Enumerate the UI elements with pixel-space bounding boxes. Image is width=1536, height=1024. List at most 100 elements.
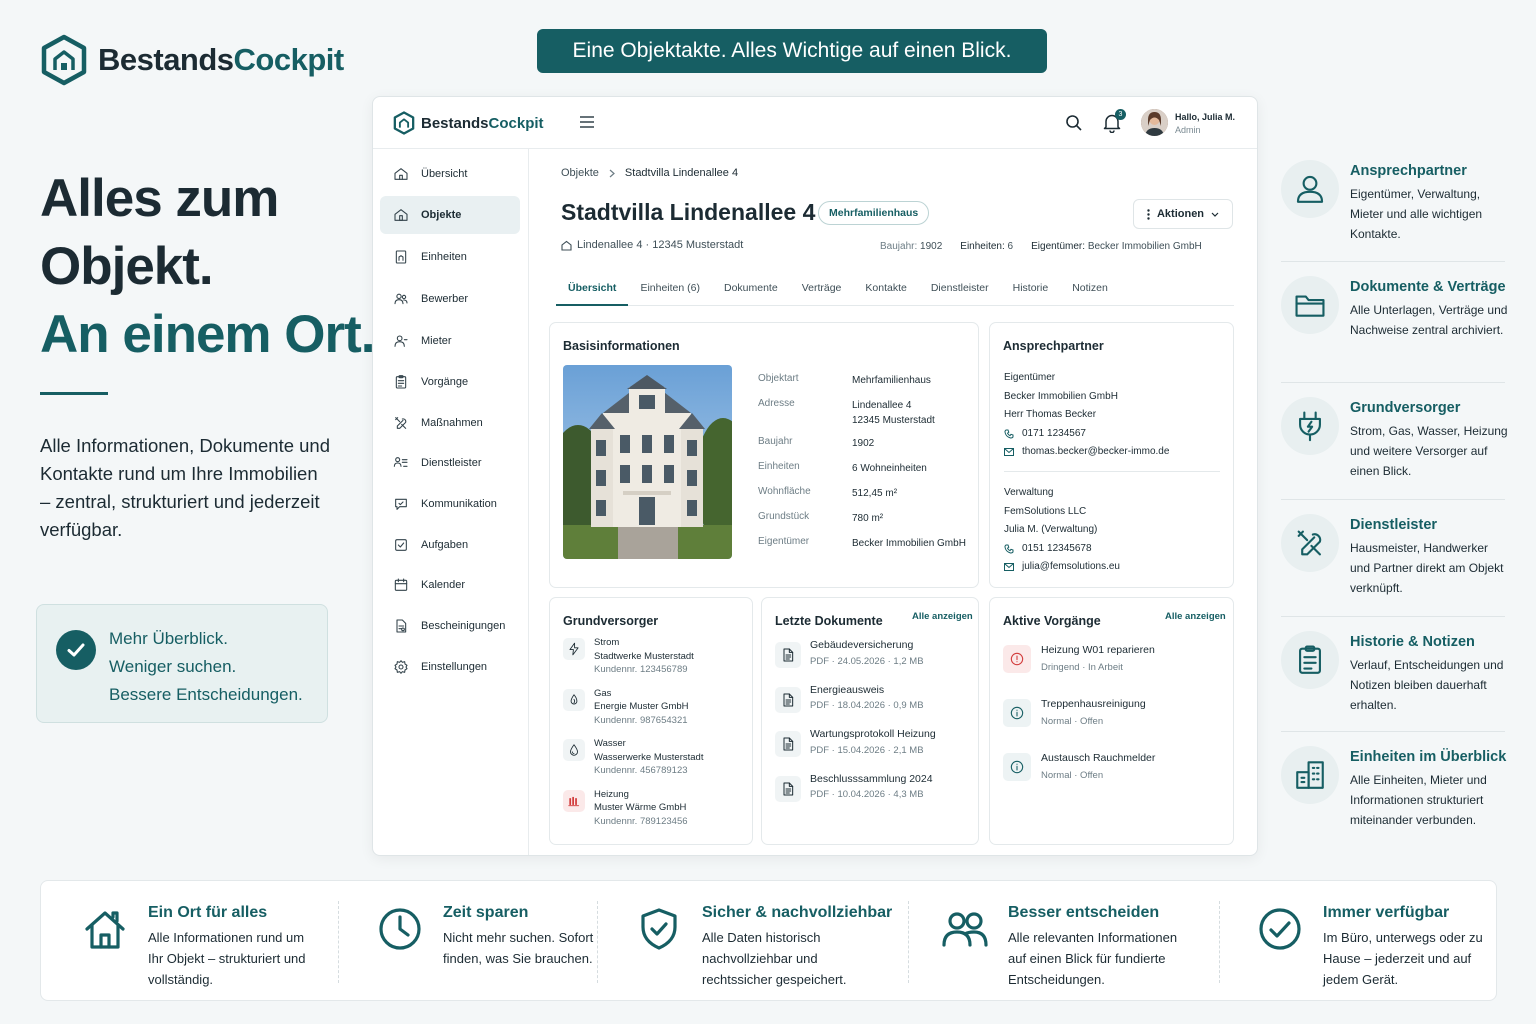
document-item[interactable]: Beschlusssammlung 2024 PDF · 10.04.2026 … [775,772,971,808]
plug-icon [1281,397,1339,455]
tab-1[interactable]: Einheiten (6) [628,275,712,306]
document-item[interactable]: Wartungsprotokoll Heizung PDF · 15.04.20… [775,727,971,763]
document-icon [775,642,801,668]
users-icon [393,291,409,307]
supplier-item[interactable]: Heizung Muster Wärme GmbH Kundennr. 7891… [563,788,743,834]
process-item[interactable]: Austausch Rauchmelder Normal · Offen [1003,750,1223,786]
app-window: BestandsCockpit 3 Hallo, Julia M. Admin … [372,96,1258,856]
sidebar-item-mieter[interactable]: Mieter [380,322,520,360]
lightning-icon [563,638,585,660]
process-item[interactable]: Treppenhausreinigung Normal · Offen [1003,696,1223,732]
sidebar-item-label: Vorgänge [421,376,469,388]
sidebar-item-label: Kommunikation [421,498,497,510]
feature-item: Dienstleister Hausmeister, Handwerker un… [1281,514,1507,614]
sidebar-item-dienstleister[interactable]: Dienstleister [380,444,520,482]
info-icon [1003,699,1031,727]
phone-icon [1004,544,1014,554]
app-header: BestandsCockpit 3 Hallo, Julia M. Admin [373,97,1257,149]
shield-check-icon [635,905,683,953]
person-icon [1281,160,1339,218]
card-title: Letzte Dokumente [775,614,883,628]
document-icon [775,775,801,802]
divider [1281,499,1505,500]
tab-2[interactable]: Dokumente [712,275,790,306]
process-item[interactable]: Heizung W01 reparieren Dringend · In Arb… [1003,642,1223,678]
brand-name: BestandsCockpit [98,42,344,77]
app-logo[interactable]: BestandsCockpit [393,111,544,135]
calendar-icon [393,577,409,593]
processes-show-all-link[interactable]: Alle anzeigen [1165,611,1226,622]
divider [1219,901,1220,983]
sidebar-item-vorgänge[interactable]: Vorgänge [380,363,520,401]
sidebar-item-objekte[interactable]: Objekte [380,196,520,234]
sidebar-item-bewerber[interactable]: Bewerber [380,280,520,318]
search-icon[interactable] [1065,114,1083,132]
document-icon [775,686,801,713]
tab-7[interactable]: Notizen [1060,275,1120,306]
clock-icon [376,905,424,953]
avatar[interactable] [1141,109,1168,136]
tab-5[interactable]: Dienstleister [919,275,1001,306]
feature-item: Dokumente & Verträge Alle Unterlagen, Ve… [1281,276,1507,376]
tab-3[interactable]: Verträge [790,275,854,306]
menu-icon[interactable] [579,115,595,129]
card-title: Basisinformationen [563,339,680,353]
sidebar-item-einstellungen[interactable]: Einstellungen [380,648,520,686]
sidebar-item-bescheinigungen[interactable]: Bescheinigungen [380,607,520,645]
benefit-item: Zeit sparen Nicht mehr suchen. Sofort fi… [376,881,616,1002]
chevron-right-icon [609,169,615,177]
hero-text: Alle Informationen, Dokumente und Kontak… [40,435,331,540]
sidebar-item-maßnahmen[interactable]: Maßnahmen [380,404,520,442]
sidebar-item-label: Maßnahmen [421,417,483,429]
house-logo-icon [393,111,415,135]
basis-card: Basisinformationen Objektart Mehrfamilie… [549,322,979,588]
document-item[interactable]: Energieausweis PDF · 18.04.2026 · 0,9 MB [775,683,971,719]
task-icon [393,537,409,553]
supplier-item[interactable]: Gas Energie Muster GmbH Kundennr. 987654… [563,687,743,733]
sidebar-item-kommunikation[interactable]: Kommunikation [380,485,520,523]
owner-email[interactable]: thomas.becker@becker-immo.de [1022,443,1169,462]
buildings-icon [1281,746,1339,804]
admin-phone[interactable]: 0151 12345678 [1022,540,1092,559]
chevron-down-icon [1211,212,1219,217]
more-vertical-icon [1147,208,1150,220]
supplier-item[interactable]: Strom Stadtwerke Musterstadt Kundennr. 1… [563,636,743,682]
chat-icon [393,496,409,512]
document-item[interactable]: Gebäudeversicherung PDF · 24.05.2026 · 1… [775,638,971,674]
house-logo-icon [41,34,87,86]
info-row: Eigentümer Becker Immobilien GmbH [758,536,966,549]
breadcrumb-root[interactable]: Objekte [561,167,599,179]
tab-0[interactable]: Übersicht [556,275,629,306]
sidebar-item-label: Kalender [421,579,466,591]
info-icon [1003,753,1031,781]
hero-heading: Alles zum Objekt. An einem Ort. [40,169,376,364]
type-badge: Mehrfamilienhaus [818,201,930,225]
headline-banner: Eine Objektakte. Alles Wichtige auf eine… [537,29,1047,73]
sidebar-item-label: Übersicht [421,168,468,180]
divider [338,901,339,983]
supplier-item[interactable]: Wasser Wasserwerke Musterstadt Kundennr.… [563,737,743,783]
main-content: Objekte Stadtvilla Lindenallee 4 Stadtvi… [530,149,1257,855]
owner-phone[interactable]: 0171 1234567 [1022,425,1086,444]
benefit-item: Sicher & nachvollziehbar Alle Daten hist… [635,881,915,1002]
tab-4[interactable]: Kontakte [853,275,918,306]
sidebar-item-kalender[interactable]: Kalender [380,566,520,604]
owner-contact: Eigentümer Becker Immobilien GmbH Herr T… [1004,369,1169,462]
sidebar-item-aufgaben[interactable]: Aufgaben [380,526,520,564]
sidebar-item-einheiten[interactable]: Einheiten [380,238,520,276]
documents-show-all-link[interactable]: Alle anzeigen [912,611,973,622]
divider [40,392,108,395]
user-info[interactable]: Hallo, Julia M. Admin [1175,111,1235,137]
sidebar-item-label: Aufgaben [421,539,469,551]
tab-6[interactable]: Historie [1001,275,1061,306]
mail-icon [1004,448,1014,457]
address: Lindenallee 4 · 12345 Musterstadt [561,239,743,251]
admin-email[interactable]: julia@femsolutions.eu [1022,558,1120,577]
heater-icon [563,789,585,812]
actions-button[interactable]: Aktionen [1133,199,1233,229]
tab-bar: Übersicht Einheiten (6) Dokumente Verträge K… [556,275,1234,306]
sidebar-item-übersicht[interactable]: Übersicht [380,155,520,193]
provider-icon [393,455,409,471]
unit-icon [393,249,409,265]
check-circle-icon [1256,905,1304,953]
